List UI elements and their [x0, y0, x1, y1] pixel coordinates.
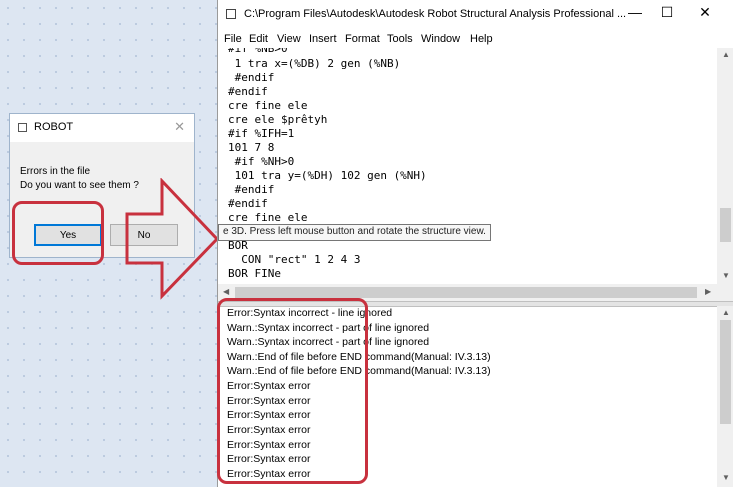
menu-insert[interactable]: Insert — [309, 33, 337, 45]
rotate-view-tooltip: e 3D. Press left mouse button and rotate… — [218, 224, 491, 241]
editor-line: CON "rect" 1 2 4 3 — [228, 253, 361, 266]
menu-bar: File Edit View Insert Format Tools Windo… — [218, 30, 733, 48]
editor-line: cre ele $prêtyh — [228, 113, 328, 126]
window-title: C:\Program Files\Autodesk\Autodesk Robot… — [244, 8, 627, 20]
dialog-title: ROBOT — [34, 121, 74, 133]
scroll-right-icon[interactable]: ▶ — [705, 288, 711, 296]
editor-line: #if %NH>0 — [228, 155, 295, 168]
app-icon — [18, 123, 27, 132]
menu-tools[interactable]: Tools — [387, 33, 413, 45]
editor-line: #endif — [228, 71, 275, 84]
close-icon[interactable]: ✕ — [690, 4, 720, 21]
error-log-highlight-ring — [217, 298, 368, 484]
app-icon — [226, 9, 236, 19]
editor-line: BOR — [228, 239, 248, 252]
minimize-icon[interactable]: — — [620, 4, 650, 20]
menu-help[interactable]: Help — [470, 33, 493, 45]
maximize-icon[interactable]: ☐ — [652, 4, 682, 21]
scrollbar-thumb[interactable] — [720, 320, 731, 424]
arrow-icon — [125, 178, 220, 300]
script-editor[interactable]: #if %NB>0 1 tra x=(%DB) 2 gen (%NB) #end… — [218, 48, 717, 284]
scrollbar-corner — [717, 284, 733, 301]
editor-line: cre fine ele — [228, 211, 308, 224]
editor-line: cre fine ele — [228, 99, 308, 112]
scroll-up-icon[interactable]: ▲ — [722, 309, 730, 317]
window-titlebar[interactable]: C:\Program Files\Autodesk\Autodesk Robot… — [218, 0, 733, 30]
scroll-left-icon[interactable]: ◀ — [223, 288, 229, 296]
menu-window[interactable]: Window — [421, 33, 460, 45]
dialog-titlebar[interactable]: ROBOT ✕ — [10, 114, 194, 142]
close-icon[interactable]: ✕ — [174, 119, 185, 135]
message-line: Errors in the file — [20, 166, 91, 177]
scroll-up-icon[interactable]: ▲ — [722, 51, 730, 59]
menu-file[interactable]: File — [224, 33, 242, 45]
editor-line: 101 7 8 — [228, 141, 275, 154]
editor-line: #endif — [228, 197, 268, 210]
menu-view[interactable]: View — [277, 33, 301, 45]
message-line: Do you want to see them ? — [20, 180, 139, 191]
editor-line: #if %IFH=1 — [228, 127, 295, 140]
scrollbar-thumb[interactable] — [235, 287, 697, 298]
editor-line: #if %NB>0 — [228, 48, 288, 55]
editor-line: BOR FINe — [228, 267, 281, 280]
log-vertical-scrollbar[interactable]: ▲ ▼ — [717, 306, 733, 487]
editor-vertical-scrollbar[interactable]: ▲ ▼ — [717, 48, 733, 284]
menu-format[interactable]: Format — [345, 33, 380, 45]
editor-line: #endif — [228, 183, 275, 196]
scrollbar-thumb[interactable] — [720, 208, 731, 242]
dialog-message: Errors in the file Do you want to see th… — [20, 165, 139, 193]
scroll-down-icon[interactable]: ▼ — [722, 272, 730, 280]
editor-line: 1 tra x=(%DB) 2 gen (%NB) — [228, 57, 401, 70]
scroll-down-icon[interactable]: ▼ — [722, 474, 730, 482]
menu-edit[interactable]: Edit — [249, 33, 268, 45]
yes-highlight-ring — [12, 201, 104, 265]
editor-line: 101 tra y=(%DH) 102 gen (%NH) — [228, 169, 427, 182]
editor-line: #endif — [228, 85, 268, 98]
